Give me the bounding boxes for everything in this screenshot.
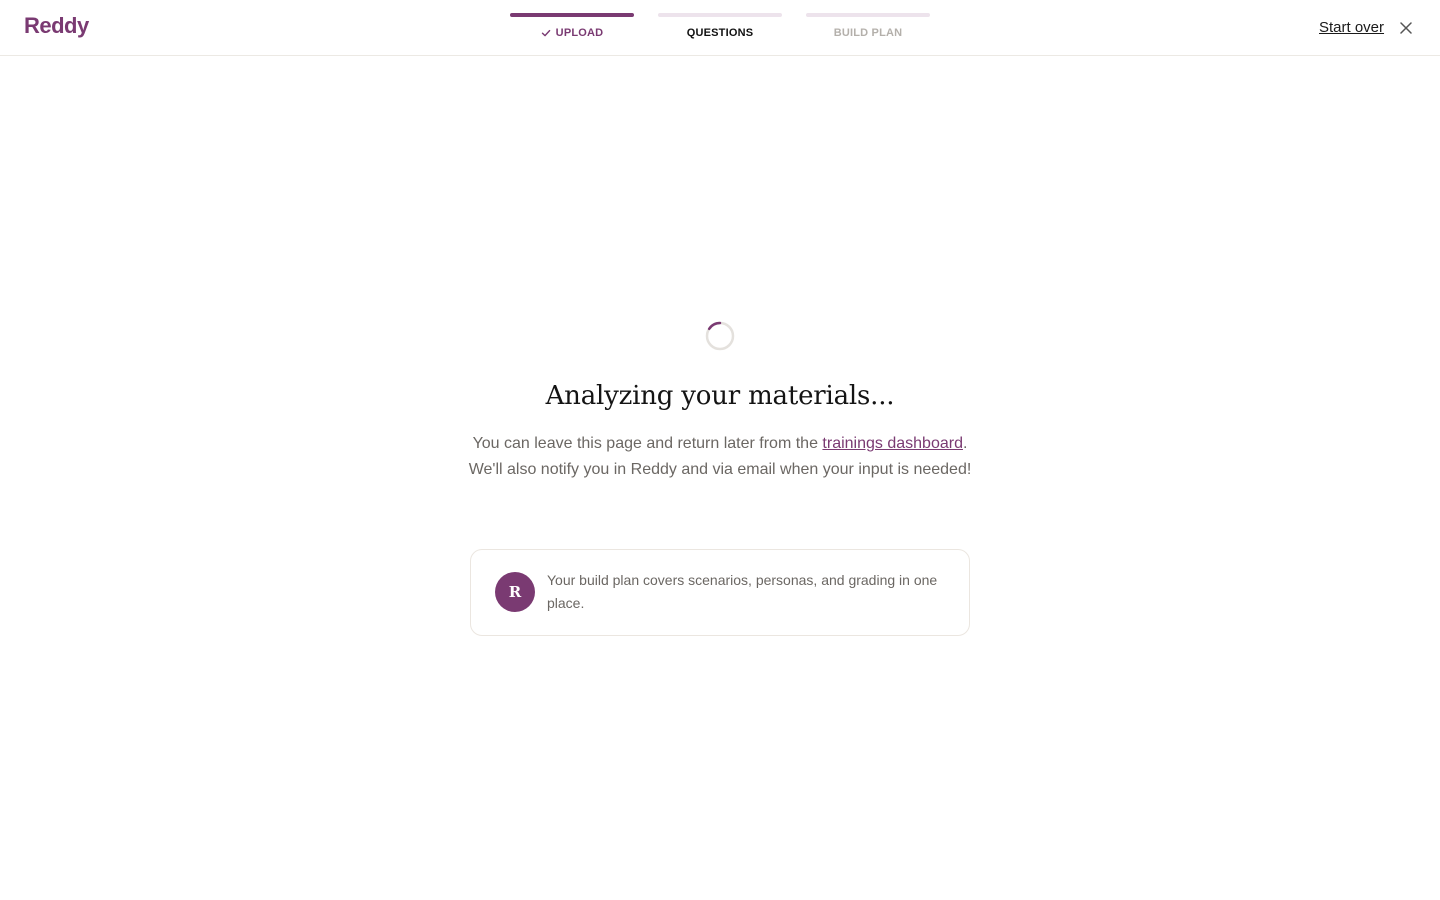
step-questions[interactable]: QUESTIONS <box>658 13 782 39</box>
page-title: Analyzing your materials... <box>545 381 895 411</box>
tip-card: R Your build plan covers scenarios, pers… <box>470 549 970 636</box>
top-bar: Reddy UPLOAD QUESTIONS BUILD PLAN Start … <box>0 0 1440 56</box>
status-description: You can leave this page and return later… <box>460 431 980 483</box>
step-build-plan[interactable]: BUILD PLAN <box>806 13 930 39</box>
step-build-plan-bar <box>806 13 930 17</box>
step-upload-label: UPLOAD <box>555 27 604 39</box>
trainings-dashboard-link[interactable]: trainings dashboard <box>822 435 963 452</box>
tip-text: Your build plan covers scenarios, person… <box>547 572 938 611</box>
step-build-plan-label: BUILD PLAN <box>833 27 903 39</box>
body-text-start: You can leave this page and return later… <box>472 435 823 452</box>
progress-stepper: UPLOAD QUESTIONS BUILD PLAN <box>510 13 930 39</box>
close-icon <box>1400 22 1412 34</box>
start-over-link[interactable]: Start over <box>1319 19 1384 36</box>
check-icon <box>541 29 550 37</box>
reddy-avatar: R <box>495 572 535 612</box>
close-button[interactable] <box>1397 19 1415 37</box>
step-upload-bar <box>510 13 634 17</box>
step-questions-label: QUESTIONS <box>686 27 754 39</box>
reddy-logo[interactable]: Reddy <box>24 13 89 39</box>
step-upload[interactable]: UPLOAD <box>510 13 634 39</box>
loading-spinner-icon <box>705 321 735 351</box>
step-questions-bar <box>658 13 782 17</box>
